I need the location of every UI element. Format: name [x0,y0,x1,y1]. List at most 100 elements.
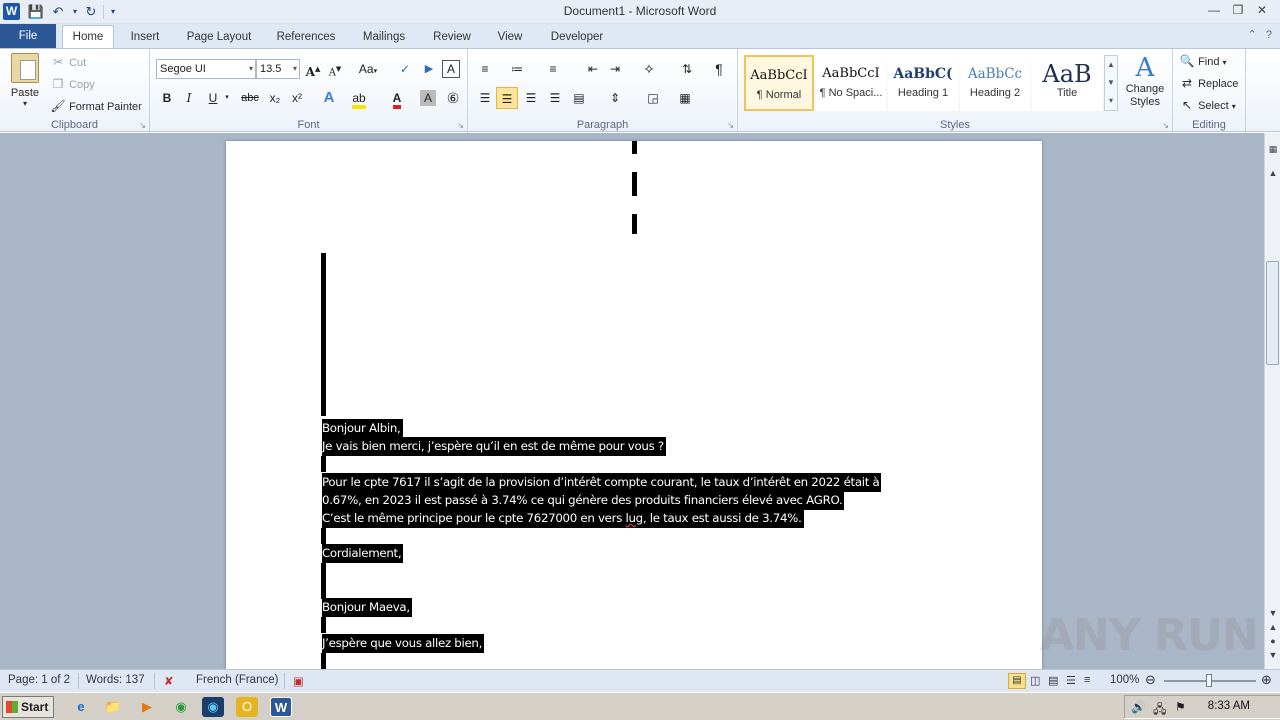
distributed-icon[interactable]: ▤ [568,87,590,109]
find-button[interactable]: 🔍 Find ▾ [1179,53,1227,69]
styles-launcher-icon[interactable]: ↘ [1162,121,1169,130]
proofing-icon[interactable]: ✘ [164,674,174,688]
font-size-combo[interactable]: 13.5 ▾ [256,59,300,79]
full-screen-reading-icon[interactable]: ◫ [1030,674,1040,687]
style-heading-1[interactable]: AaBbC( Heading 1 [888,55,958,111]
doc-line[interactable]: J’espère que vous allez bien, [322,634,485,653]
paste-button[interactable]: Paste ▾ [6,53,44,115]
shading-icon[interactable]: ◲ [642,87,664,109]
chrome-icon[interactable]: ◉ [170,697,192,717]
zoom-level[interactable]: 100% [1110,674,1139,686]
previous-page-icon[interactable]: ▲ [1267,621,1279,633]
folder-icon[interactable]: 📁 [102,697,124,717]
outlook-icon[interactable]: O [236,697,258,717]
superscript-button[interactable]: x² [286,87,308,109]
internet-explorer-icon[interactable]: e [70,697,92,717]
tab-page-layout[interactable]: Page Layout [180,26,258,48]
sort-icon[interactable]: ⇅ [676,58,698,80]
asian-layout-icon[interactable]: ✧ [638,58,660,80]
character-border-icon[interactable]: A [442,60,460,78]
doc-line[interactable]: Je vais bien merci, j’espère qu’il en es… [322,437,666,456]
zoom-out-icon[interactable]: ⊖ [1145,672,1156,688]
enclose-characters-icon[interactable]: ⑥ [442,87,464,109]
action-center-flag-icon[interactable]: ⚑ [1175,700,1186,714]
tab-mailings[interactable]: Mailings [354,26,414,48]
bold-button[interactable]: B [156,87,178,109]
style-title[interactable]: AaB Title [1032,55,1102,111]
doc-line[interactable]: Bonjour Maeva, [322,598,412,617]
help-icon[interactable]: ? [1266,29,1272,41]
macro-record-icon[interactable]: ▣ [293,674,304,688]
print-layout-icon[interactable]: ▤ [1008,673,1026,689]
close-icon[interactable]: ✕ [1252,1,1272,19]
align-center-icon[interactable]: ☰ [496,87,518,109]
italic-button[interactable]: I [178,87,200,109]
numbering-icon[interactable]: ≔ [506,58,528,80]
align-left-icon[interactable]: ☰ [474,87,496,109]
restore-icon[interactable]: ❐ [1228,1,1248,19]
change-case-button[interactable]: Aa▾ [354,58,382,80]
strikethrough-button[interactable]: abc [238,87,262,109]
language-indicator[interactable]: French (France) [196,674,278,686]
browse-object-icon[interactable]: ● [1267,635,1279,647]
format-painter-button[interactable]: 🖌 Format Painter [50,98,141,114]
style-normal[interactable]: AaBbCcI ¶ Normal [744,55,814,111]
increase-indent-icon[interactable]: ⇥ [604,58,626,80]
grow-font-button[interactable]: A▲ [302,58,324,80]
select-button[interactable]: ↖ Select ▾ [1179,97,1236,113]
start-button[interactable]: Start [2,696,54,718]
doc-line[interactable]: Cordialement, [322,544,404,563]
scroll-down-icon[interactable]: ▼ [1267,607,1279,619]
change-styles-button[interactable]: A Change Styles [1122,53,1168,109]
shrink-font-button[interactable]: A▼ [324,58,346,80]
align-right-icon[interactable]: ☰ [520,87,542,109]
clipboard-launcher-icon[interactable]: ↘ [139,121,146,130]
tab-references[interactable]: References [270,26,342,48]
style-no-spacing[interactable]: AaBbCcI ¶ No Spaci... [816,55,886,111]
tab-insert[interactable]: Insert [122,26,168,48]
clock[interactable]: 8:33 AM [1208,700,1250,712]
document-page[interactable]: Bonjour Albin, Je vais bien merci, j’esp… [226,141,1042,669]
cut-button[interactable]: ✂ Cut [50,54,86,70]
media-player-icon[interactable]: ▶ [136,697,158,717]
network-icon[interactable]: 🖧 [1153,700,1166,720]
decrease-indent-icon[interactable]: ⇤ [582,58,604,80]
web-layout-icon[interactable]: ▤ [1048,674,1058,687]
show-formatting-icon[interactable]: ¶ [708,58,730,80]
page-count[interactable]: Page: 1 of 2 [8,674,70,686]
multilevel-list-icon[interactable]: ≡ [542,58,564,80]
character-shading-icon[interactable]: A [420,90,436,106]
doc-line[interactable]: Pour le cpte 7617 il s’agit de la provis… [322,473,882,492]
style-heading-2[interactable]: AaBbCc Heading 2 [960,55,1030,111]
highlight-icon[interactable]: ab [348,87,370,109]
edge-icon[interactable]: ◉ [202,697,224,717]
subscript-button[interactable]: x₂ [264,87,286,109]
underline-dropdown-icon[interactable]: ▾ [222,87,232,109]
replace-button[interactable]: ⇄ Replace [1179,75,1238,91]
outline-icon[interactable]: ☰ [1066,674,1076,687]
phonetic-guide-icon[interactable]: ▶ [418,58,440,80]
font-name-combo[interactable]: Segoe UI ▾ [156,59,256,79]
borders-icon[interactable]: ▦ [674,87,696,109]
word-taskbar-icon[interactable]: W [270,697,292,717]
styles-gallery-scroll[interactable]: ▲ ▼ ▾ [1104,55,1118,111]
minimize-icon[interactable]: — [1204,1,1224,19]
zoom-slider-thumb[interactable] [1206,674,1212,687]
tab-review[interactable]: Review [426,26,478,48]
scroll-up-icon[interactable]: ▲ [1267,167,1279,179]
volume-icon[interactable]: 🔊 [1131,700,1146,714]
doc-line[interactable]: C’est le même principe pour le cpte 7627… [322,509,804,528]
tab-view[interactable]: View [490,26,530,48]
doc-line[interactable]: Bonjour Albin, [322,419,403,438]
tab-developer[interactable]: Developer [542,26,612,48]
scroll-thumb[interactable] [1266,261,1279,365]
underline-button[interactable]: U [202,87,224,109]
justify-icon[interactable]: ☰ [544,87,566,109]
tab-home[interactable]: Home [62,25,114,48]
font-color-icon[interactable]: A [386,87,408,109]
font-launcher-icon[interactable]: ↘ [457,121,464,130]
word-count[interactable]: Words: 137 [86,674,145,686]
draft-icon[interactable]: ≡ [1084,674,1090,686]
next-page-icon[interactable]: ▼ [1267,649,1279,661]
tab-file[interactable]: File [0,24,56,48]
